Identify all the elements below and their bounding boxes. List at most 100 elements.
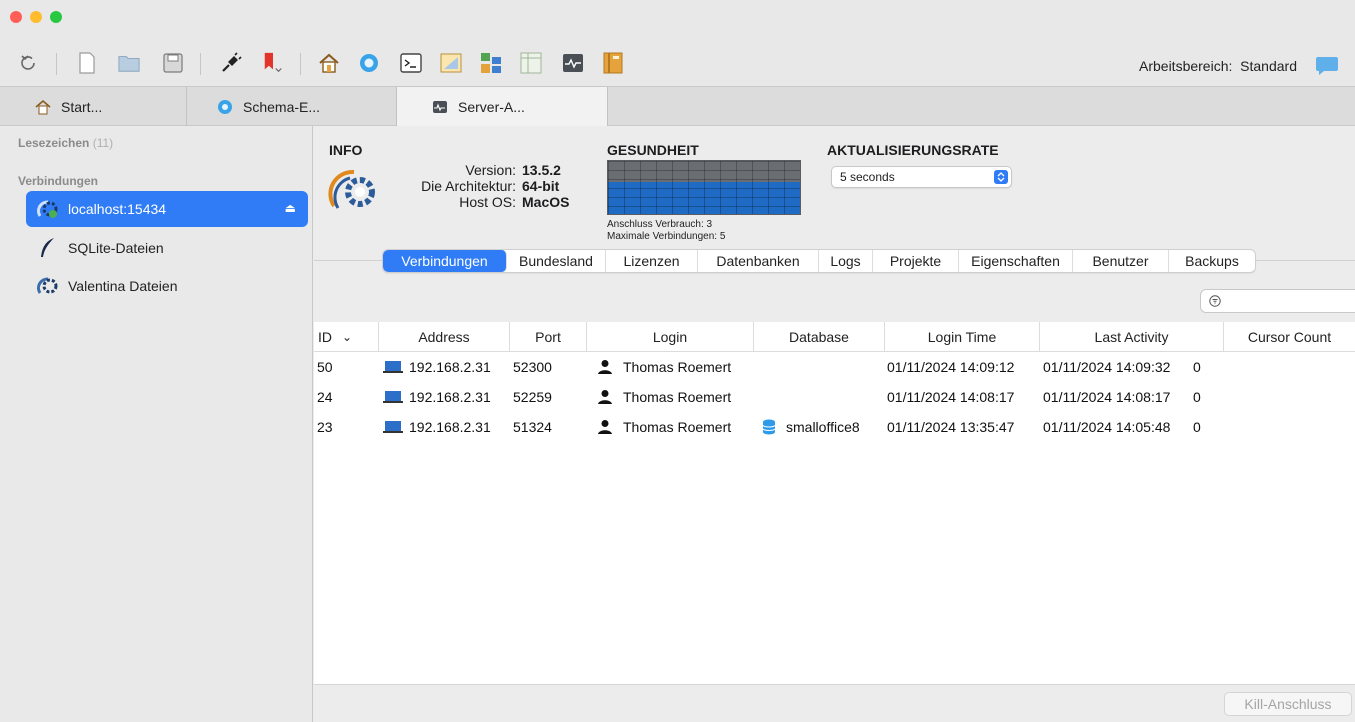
column-header-port[interactable]: Port — [510, 322, 587, 352]
connections-used-text: Anschluss Verbrauch: 3 — [607, 219, 713, 230]
tab-logs[interactable]: Logs — [819, 250, 873, 272]
cell-address: 192.168.2.31 — [383, 412, 491, 442]
refresh-rate-title: AKTUALISIERUNGSRATE — [827, 142, 999, 158]
user-icon — [597, 419, 619, 435]
address-text: 192.168.2.31 — [409, 389, 491, 405]
sidebar-item-sqlite[interactable]: SQLite-Dateien — [26, 230, 308, 266]
cell-port: 52259 — [513, 389, 552, 405]
table-row[interactable]: 50 192.168.2.31 52300 Thomas Roemert 01/… — [314, 352, 1355, 382]
workspace-value[interactable]: Standard — [1240, 58, 1297, 74]
cell-login-time: 01/11/2024 13:35:47 — [887, 419, 1015, 435]
bottom-action-bar: Kill-Anschluss — [314, 684, 1355, 722]
schema-editor-icon[interactable] — [358, 52, 380, 74]
login-text: Thomas Roemert — [623, 359, 732, 375]
window-zoom-button[interactable] — [50, 11, 62, 23]
address-text: 192.168.2.31 — [409, 359, 491, 375]
refresh-icon[interactable] — [18, 52, 40, 74]
bookmark-icon[interactable] — [262, 52, 284, 74]
new-document-icon[interactable] — [76, 52, 98, 74]
workspace-label: Arbeitsbereich: — [1139, 58, 1233, 74]
valentina-server-icon — [36, 198, 60, 220]
architecture-label: Die Architektur: — [421, 178, 516, 194]
tab-server-admin[interactable]: Server-A... — [397, 87, 608, 126]
column-header-id[interactable]: ID ⌄ — [314, 322, 379, 352]
sidebar-item-localhost[interactable]: localhost:15434 ⏏ — [26, 191, 308, 227]
tab-benutzer[interactable]: Benutzer — [1073, 250, 1169, 272]
tab-start[interactable]: Start... — [0, 87, 187, 126]
cell-port: 52300 — [513, 359, 552, 375]
cell-id: 50 — [317, 359, 333, 375]
host-os-value: MacOS — [522, 194, 570, 210]
document-tab-bar: Start... Schema-E... Server-A... — [0, 86, 1355, 126]
column-header-login-time[interactable]: Login Time — [885, 322, 1040, 352]
admin-segmented-control: Verbindungen Bundesland Lizenzen Datenba… — [382, 249, 1256, 273]
connect-plug-icon[interactable] — [220, 52, 242, 74]
column-label: ID — [318, 329, 332, 345]
database-text: smalloffice8 — [786, 419, 860, 435]
table-icon[interactable] — [520, 52, 542, 74]
eject-icon[interactable]: ⏏ — [285, 201, 296, 215]
bookmarks-label: Lesezeichen — [18, 136, 90, 150]
column-header-database[interactable]: Database — [754, 322, 885, 352]
column-header-login[interactable]: Login — [587, 322, 754, 352]
tab-label: Start... — [61, 98, 103, 115]
column-header-cursor-count[interactable]: Cursor Count — [1224, 322, 1355, 352]
health-title: GESUNDHEIT — [607, 142, 699, 158]
home-icon — [35, 99, 51, 115]
sidebar-item-label: SQLite-Dateien — [68, 240, 164, 256]
version-value: 13.5.2 — [522, 162, 561, 178]
server-admin-panel: INFO Version: 13.5.2 Die Architektur: 64… — [314, 126, 1355, 722]
version-label: Version: — [465, 162, 516, 178]
table-row[interactable]: 23 192.168.2.31 51324 Thomas Roemert sma… — [314, 412, 1355, 442]
computer-icon — [383, 389, 405, 405]
refresh-rate-select[interactable]: 5 seconds — [831, 166, 1012, 188]
sidebar-item-valentina[interactable]: Valentina Dateien — [26, 268, 308, 304]
cell-id: 24 — [317, 389, 333, 405]
connections-table: ID ⌄ Address Port Login Database Login T… — [314, 322, 1355, 684]
home-icon[interactable] — [318, 52, 340, 74]
computer-icon — [383, 359, 405, 375]
diagram-icon[interactable] — [480, 52, 502, 74]
cell-database: smalloffice8 — [762, 412, 860, 442]
filter-icon — [1209, 295, 1221, 307]
bookmarks-header[interactable]: Lesezeichen (11) — [18, 136, 113, 150]
terminal-icon[interactable] — [400, 52, 422, 74]
chat-icon[interactable] — [1315, 56, 1339, 76]
refresh-rate-value: 5 seconds — [840, 170, 895, 184]
architecture-value: 64-bit — [522, 178, 560, 194]
sqlite-feather-icon — [36, 237, 60, 259]
server-admin-icon[interactable] — [562, 52, 584, 74]
window-close-button[interactable] — [10, 11, 22, 23]
cell-login-time: 01/11/2024 14:08:17 — [887, 389, 1015, 405]
reports-book-icon[interactable] — [602, 52, 624, 74]
kill-connection-button[interactable]: Kill-Anschluss — [1224, 692, 1352, 716]
sort-chevron-icon: ⌄ — [342, 330, 353, 344]
tab-verbindungen[interactable]: Verbindungen — [383, 250, 507, 272]
cell-cursor-count: 0 — [1193, 389, 1201, 405]
filter-search-field[interactable] — [1200, 289, 1355, 313]
tab-eigenschaften[interactable]: Eigenschaften — [959, 250, 1073, 272]
folder-icon[interactable] — [118, 52, 140, 74]
tab-lizenzen[interactable]: Lizenzen — [606, 250, 698, 272]
cell-last-activity: 01/11/2024 14:08:17 — [1043, 389, 1171, 405]
tab-schema-editor[interactable]: Schema-E... — [187, 87, 397, 126]
cell-last-activity: 01/11/2024 14:09:32 — [1043, 359, 1171, 375]
user-icon — [597, 359, 619, 375]
tab-datenbanken[interactable]: Datenbanken — [698, 250, 819, 272]
health-meter — [607, 160, 801, 215]
sidebar-item-label: Valentina Dateien — [68, 278, 178, 294]
window-minimize-button[interactable] — [30, 11, 42, 23]
login-text: Thomas Roemert — [623, 389, 732, 405]
cell-login: Thomas Roemert — [597, 382, 731, 412]
column-header-address[interactable]: Address — [379, 322, 510, 352]
tab-projekte[interactable]: Projekte — [873, 250, 959, 272]
address-text: 192.168.2.31 — [409, 419, 491, 435]
column-header-last-activity[interactable]: Last Activity — [1040, 322, 1224, 352]
table-row[interactable]: 24 192.168.2.31 52259 Thomas Roemert 01/… — [314, 382, 1355, 412]
sql-editor-icon[interactable] — [440, 52, 462, 74]
tab-bundesland[interactable]: Bundesland — [507, 250, 606, 272]
table-header: ID ⌄ Address Port Login Database Login T… — [314, 322, 1355, 352]
save-icon[interactable] — [162, 52, 184, 74]
server-admin-icon — [432, 99, 448, 115]
tab-backups[interactable]: Backups — [1169, 250, 1255, 272]
